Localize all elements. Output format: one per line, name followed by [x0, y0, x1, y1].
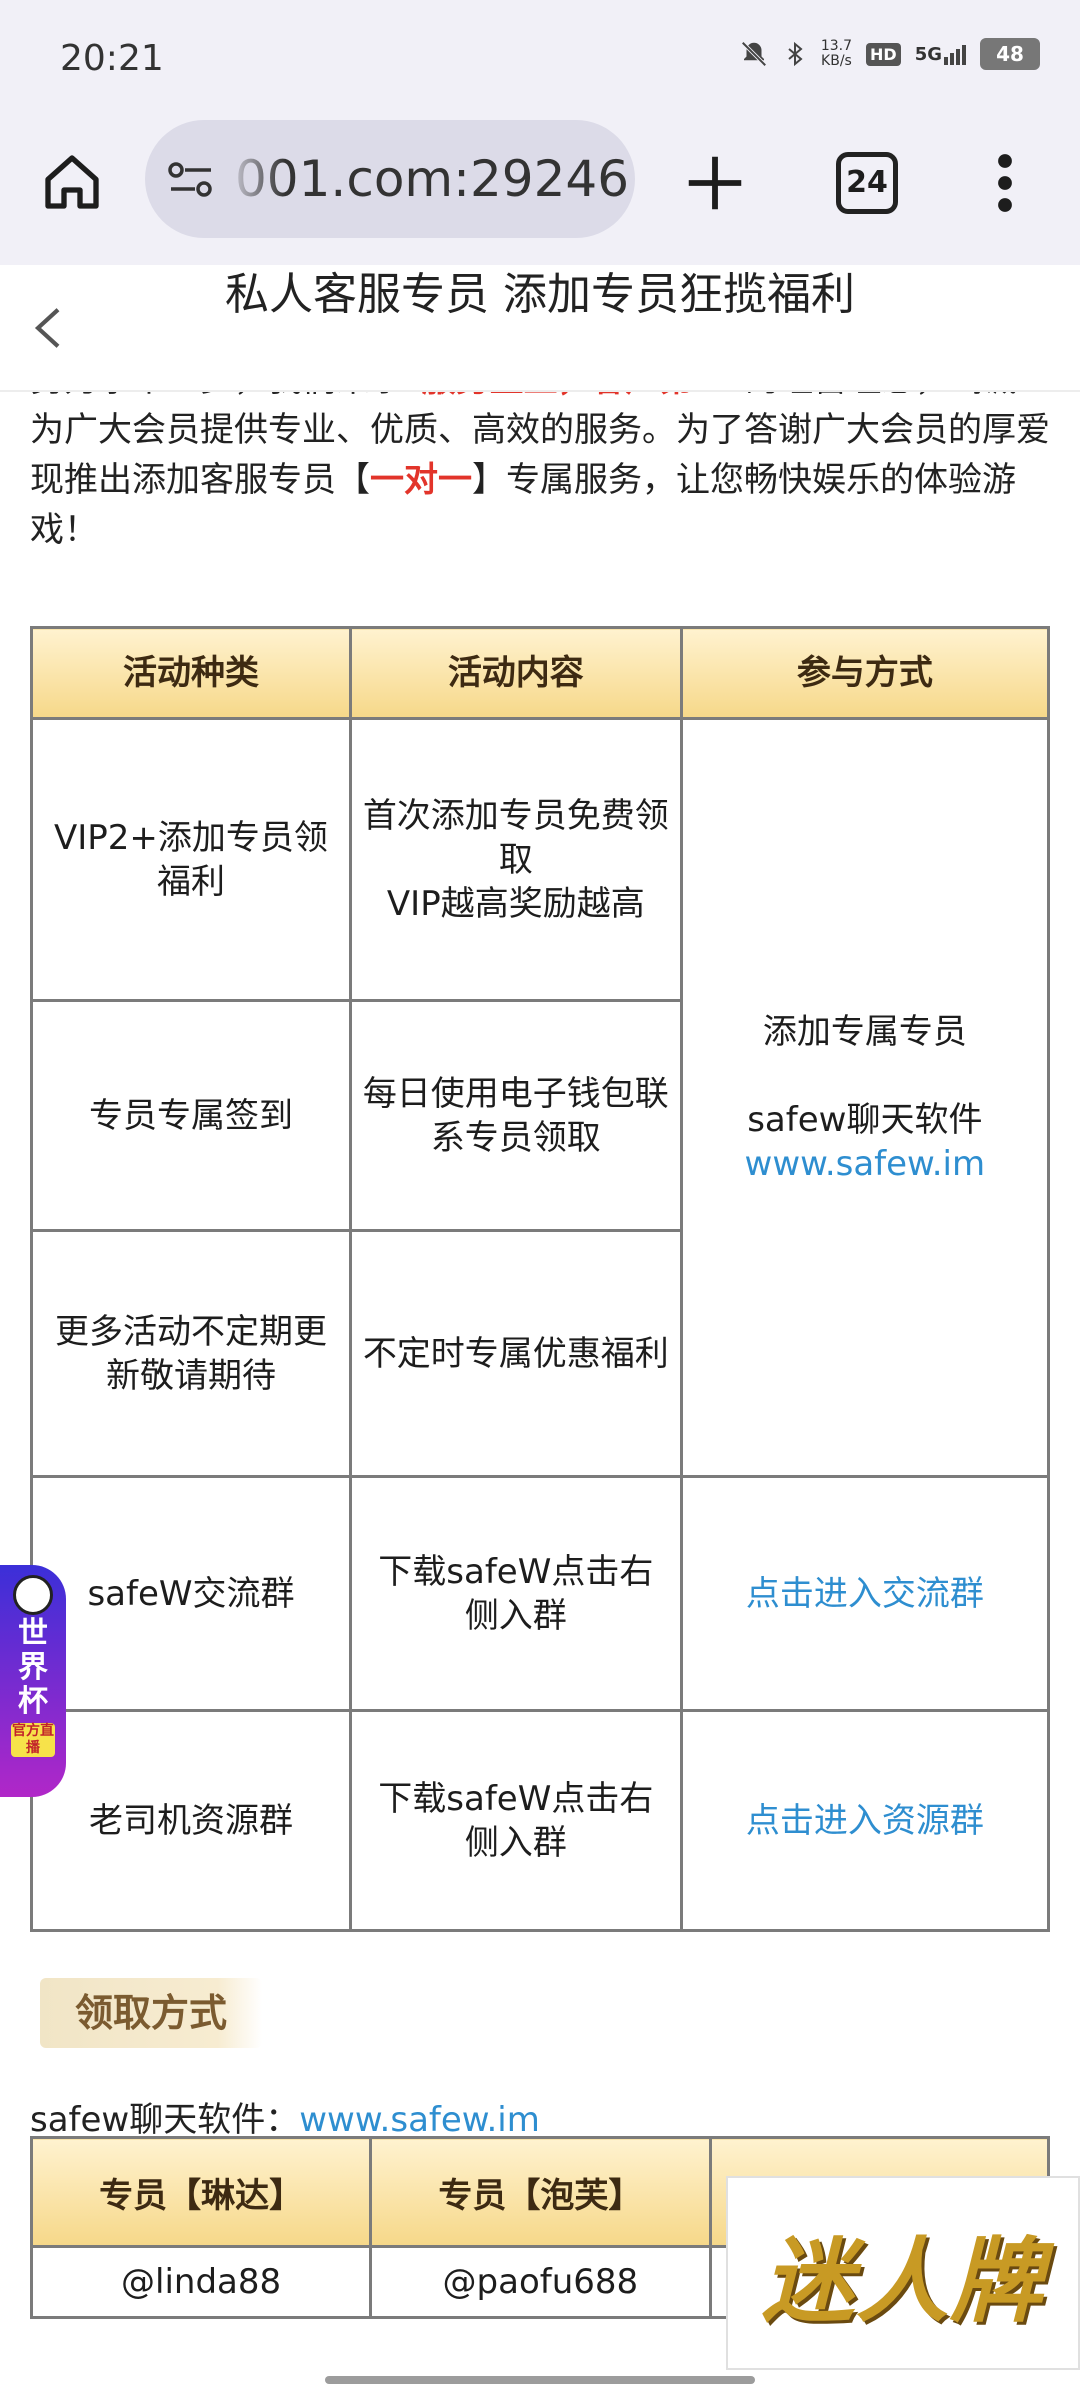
activity-content: 下载safeW点击右侧入群	[348, 1709, 683, 1932]
table-header-cell: 活动内容	[348, 626, 683, 720]
table-row: 老司机资源群 下载safeW点击右侧入群 点击进入资源群	[30, 1709, 1051, 1932]
status-time: 20:21	[60, 38, 164, 79]
browser-chrome: 20:21 13.7 KB/s HD 5G 48 001.com:29246 24	[0, 0, 1080, 265]
mute-bell-icon	[741, 41, 767, 67]
agent-header-cell: 专员【泡芙】	[369, 2136, 712, 2248]
join-group-link[interactable]: 点击进入交流群	[679, 1475, 1051, 1712]
url-fade	[225, 120, 285, 238]
battery-icon: 48	[980, 38, 1040, 70]
activity-content: 下载safeW点击右侧入群	[348, 1475, 683, 1712]
agent-handle[interactable]: @linda88	[29, 2245, 373, 2319]
table-row: safeW交流群 下载safeW点击右侧入群 点击进入交流群	[30, 1475, 1051, 1712]
join-method-merged: 添加专属专员 safew聊天软件 www.safew.im	[679, 717, 1051, 1478]
bluetooth-icon	[788, 41, 803, 67]
chat-app-link[interactable]: www.safew.im	[299, 2100, 540, 2140]
plus-icon[interactable]	[680, 148, 750, 218]
activity-content: 每日使用电子钱包联系专员领取	[348, 999, 683, 1232]
resource-group-link[interactable]: 点击进入资源群	[679, 1709, 1051, 1932]
status-icons: 13.7 KB/s HD 5G 48	[739, 38, 1040, 70]
worldcup-live-badge[interactable]: 世界杯 官方直播	[0, 1565, 66, 1797]
activity-type: safeW交流群	[30, 1475, 352, 1712]
activity-type: 老司机资源群	[30, 1709, 352, 1932]
activity-table: 活动种类 活动内容 参与方式 VIP2+添加专员领福利 首次添加专员免费领取 VI…	[30, 626, 1051, 1932]
hd-badge: HD	[866, 42, 901, 66]
activity-content: 不定时专属优惠福利	[348, 1229, 683, 1478]
table-header-cell: 参与方式	[679, 626, 1051, 720]
activity-type: 专员专属签到	[30, 999, 352, 1232]
claim-section-title: 领取方式	[40, 1978, 262, 2048]
activity-type: 更多活动不定期更新敬请期待	[30, 1229, 352, 1478]
table-header-cell: 活动种类	[30, 626, 352, 720]
soccer-ball-icon	[13, 1575, 53, 1615]
activity-type: VIP2+添加专员领福利	[30, 717, 352, 1002]
signal-icon: 5G	[915, 44, 966, 65]
home-icon[interactable]	[40, 150, 104, 214]
back-icon[interactable]	[28, 303, 68, 353]
tabs-button[interactable]: 24	[836, 152, 898, 214]
activity-content: 首次添加专员免费领取 VIP越高奖励越高	[348, 717, 683, 1002]
url-text[interactable]: 001.com:29246	[235, 150, 629, 208]
table-row: VIP2+添加专员领福利 首次添加专员免费领取 VIP越高奖励越高 添加专属专员 …	[30, 717, 1051, 1478]
agent-header-cell: 专员【琳达】	[29, 2136, 373, 2248]
agent-handle[interactable]: @paofu688	[369, 2245, 712, 2319]
page-header: 私人客服专员 添加专员狂揽福利	[0, 265, 1080, 392]
chat-app-line: safew聊天软件：www.safew.im	[30, 2100, 540, 2140]
one-to-one-highlight: 一对一	[370, 460, 472, 500]
table-header-row: 活动种类 活动内容 参与方式	[30, 626, 1051, 720]
home-indicator[interactable]	[325, 2376, 755, 2384]
url-bar[interactable]: 001.com:29246	[145, 120, 635, 238]
brand-logo-overlay[interactable]: 迷人牌	[726, 2176, 1080, 2370]
safew-link[interactable]: www.safew.im	[745, 1144, 986, 1184]
net-speed: 13.7 KB/s	[820, 38, 853, 69]
page-title: 私人客服专员 添加专员狂揽福利	[225, 269, 855, 320]
more-vert-icon[interactable]	[990, 150, 1020, 216]
site-controls-icon[interactable]	[167, 160, 217, 200]
